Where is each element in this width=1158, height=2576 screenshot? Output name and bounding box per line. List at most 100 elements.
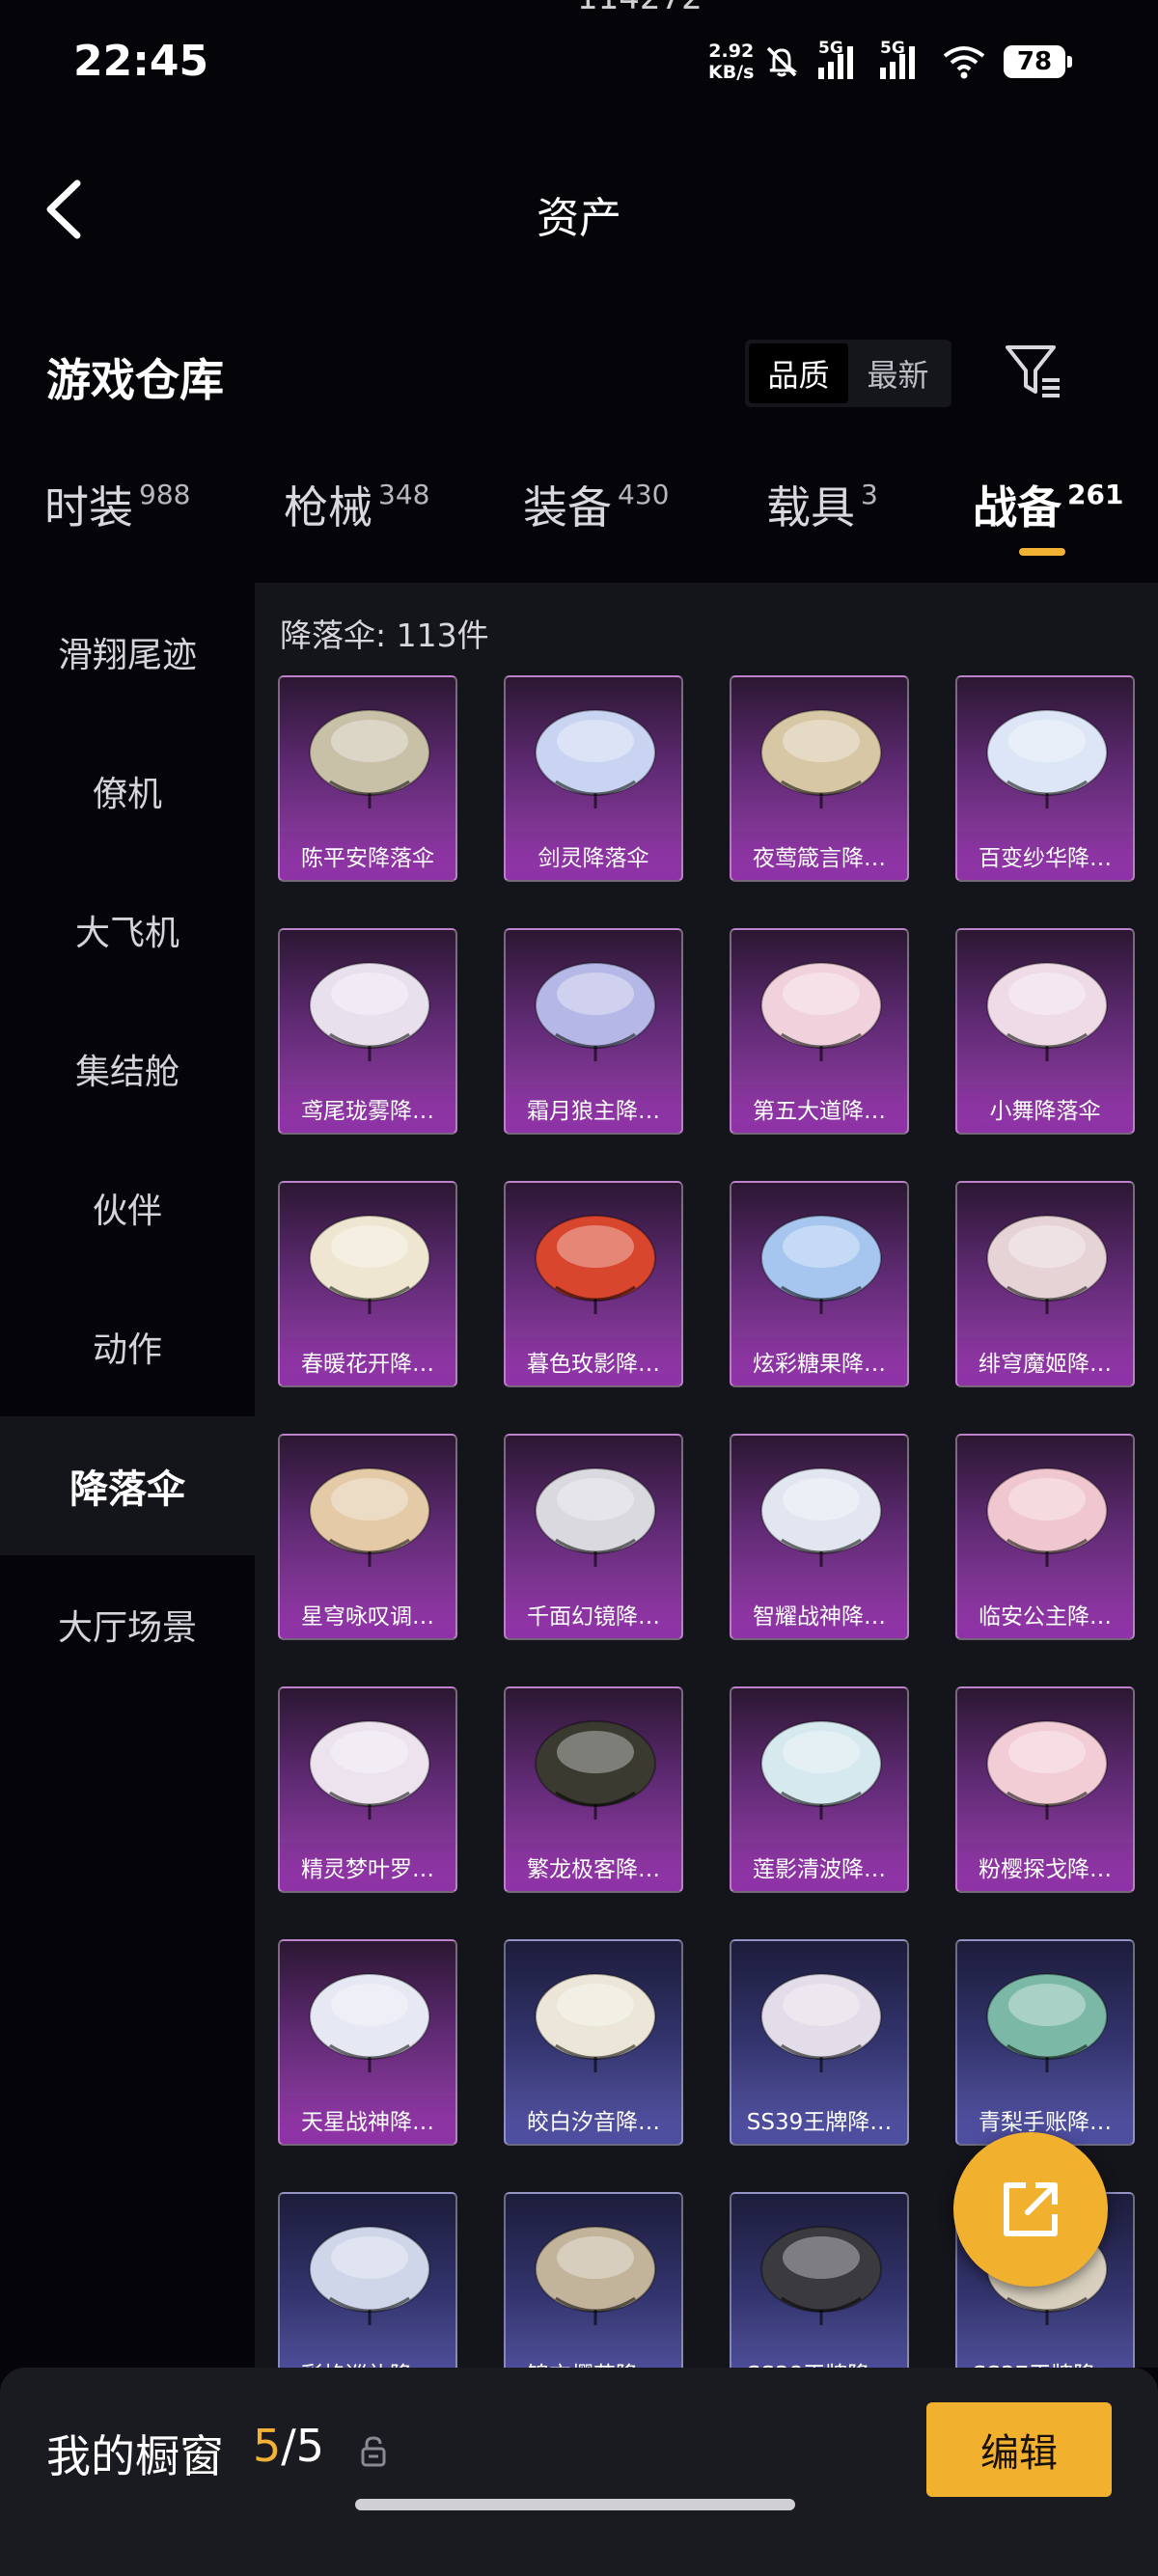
tab-count: 261 [1067, 479, 1124, 510]
parachute-image [986, 709, 1108, 808]
parachute-name: 第五大道降… [731, 1084, 907, 1133]
filter-icon [1006, 345, 1060, 397]
wifi-icon [943, 46, 985, 79]
tab-equipment[interactable]: 装备 430 [523, 473, 669, 536]
showcase-total: /5 [281, 2420, 325, 2472]
parachute-card[interactable]: 千面幻镜降… [504, 1434, 683, 1640]
signal-5g-1-icon: 5G [818, 39, 863, 79]
parachute-name: SS37王牌降… [957, 2348, 1133, 2368]
category-tabs: 时装 988 枪械 348 装备 430 载具 3 战备 261 [0, 473, 1158, 560]
parachute-name: 彩焰巡礼降… [280, 2348, 455, 2368]
page-title: 资产 [537, 194, 621, 243]
parachute-image [760, 1467, 882, 1567]
parachute-card[interactable]: 炫彩糖果降… [730, 1181, 909, 1387]
parachute-name: 剑灵降落伞 [506, 832, 681, 880]
tab-readiness[interactable]: 战备 261 [973, 473, 1123, 536]
tab-guns[interactable]: 枪械 348 [284, 473, 429, 536]
showcase-label: 我的橱窗 [46, 2430, 224, 2482]
parachute-card[interactable]: 鸢尾珑雾降… [278, 928, 457, 1135]
sidebar-item-glide-trail[interactable]: 滑翔尾迹 [0, 583, 255, 722]
showcase-count: 5/5 [253, 2420, 324, 2472]
parachute-image [760, 1973, 882, 2072]
tab-label: 枪械 [284, 481, 372, 534]
parachute-card[interactable]: 绯穹魔姬降… [955, 1181, 1135, 1387]
parachute-card[interactable]: 暮色玫影降… [504, 1181, 683, 1387]
parachute-image [535, 962, 656, 1061]
sidebar-item-emote[interactable]: 动作 [0, 1277, 255, 1416]
parachute-card[interactable]: 临安公主降… [955, 1434, 1135, 1640]
tab-count: 348 [378, 479, 430, 510]
parachute-image [760, 709, 882, 808]
sidebar-item-airplane[interactable]: 大飞机 [0, 861, 255, 1000]
parachute-name: SS38王牌降… [731, 2348, 907, 2368]
tab-count: 3 [861, 479, 878, 510]
parachute-image [309, 1720, 430, 1820]
parachute-name: 天星战神降… [280, 2096, 455, 2144]
parachute-name: 春暖花开降… [280, 1337, 455, 1385]
parachute-card[interactable]: 锦衣樱花降… [504, 2192, 683, 2368]
parachute-name: 锦衣樱花降… [506, 2348, 681, 2368]
parachute-card[interactable]: 彩焰巡礼降… [278, 2192, 457, 2368]
parachute-card[interactable]: 青梨手账降… [955, 1939, 1135, 2146]
item-panel: 降落伞: 113件 陈平安降落伞 剑灵降落伞 夜莺箴言降… 百变纱华降… 鸢尾珑雾降… 霜… [255, 583, 1158, 2368]
parachute-card[interactable]: 智耀战神降… [730, 1434, 909, 1640]
network-speed: 2.92 KB/s [708, 41, 754, 83]
parachute-card[interactable]: 皎白汐音降… [504, 1939, 683, 2146]
parachute-card[interactable]: 陈平安降落伞 [278, 675, 457, 882]
tab-vehicles[interactable]: 载具 3 [766, 473, 878, 536]
parachute-card[interactable]: 百变纱华降… [955, 675, 1135, 882]
parachute-name: 千面幻镜降… [506, 1590, 681, 1638]
parachute-card[interactable]: 剑灵降落伞 [504, 675, 683, 882]
sidebar-item-assembly-pod[interactable]: 集结舱 [0, 1000, 255, 1138]
parachute-name: SS39王牌降… [731, 2096, 907, 2144]
filter-button[interactable] [1004, 342, 1065, 401]
parachute-card[interactable]: 粉樱探戈降… [955, 1686, 1135, 1893]
edit-button[interactable]: 编辑 [926, 2402, 1112, 2497]
parachute-image [535, 1720, 656, 1820]
sidebar-item-wingman[interactable]: 僚机 [0, 722, 255, 861]
battery-icon: 78 [1004, 45, 1072, 78]
parachute-card[interactable]: 星穹咏叹调… [278, 1434, 457, 1640]
parachute-image [309, 1467, 430, 1567]
share-button[interactable] [953, 2132, 1108, 2287]
parachute-card[interactable]: 精灵梦叶罗… [278, 1686, 457, 1893]
parachute-name: 莲影清波降… [731, 1843, 907, 1891]
tab-label: 时装 [44, 481, 133, 534]
tab-label: 战备 [973, 481, 1062, 534]
parachute-card[interactable]: SS39王牌降… [730, 1939, 909, 2146]
parachute-image [986, 1215, 1108, 1314]
parachute-card[interactable]: 第五大道降… [730, 928, 909, 1135]
parachute-image [309, 1215, 430, 1314]
sort-quality-button[interactable]: 品质 [749, 343, 848, 403]
tab-count: 988 [139, 479, 191, 510]
sidebar-item-companion[interactable]: 伙伴 [0, 1138, 255, 1277]
parachute-image [535, 1467, 656, 1567]
parachute-card[interactable]: 天星战神降… [278, 1939, 457, 2146]
parachute-name: 炫彩糖果降… [731, 1337, 907, 1385]
parachute-card[interactable]: SS38王牌降… [730, 2192, 909, 2368]
parachute-card[interactable]: 莲影清波降… [730, 1686, 909, 1893]
sidebar-item-lobby-scene[interactable]: 大厅场景 [0, 1555, 255, 1694]
parachute-card[interactable]: 繁龙极客降… [504, 1686, 683, 1893]
parachute-image [986, 1720, 1108, 1820]
signal-5g-2-label: 5G [880, 39, 905, 58]
parachute-image [309, 709, 430, 808]
parachute-name: 星穹咏叹调… [280, 1590, 455, 1638]
tab-fashion[interactable]: 时装 988 [44, 473, 190, 536]
sidebar-item-parachute[interactable]: 降落伞 [0, 1416, 255, 1555]
active-tab-indicator [1019, 548, 1065, 556]
parachute-card[interactable]: 霜月狼主降… [504, 928, 683, 1135]
parachute-image [535, 1215, 656, 1314]
sort-newest-button[interactable]: 最新 [848, 343, 948, 403]
lock-icon [361, 2436, 386, 2467]
parachute-card[interactable]: 夜莺箴言降… [730, 675, 909, 882]
parachute-name: 小舞降落伞 [957, 1084, 1133, 1133]
parachute-card[interactable]: 小舞降落伞 [955, 928, 1135, 1135]
parachute-name: 绯穹魔姬降… [957, 1337, 1133, 1385]
status-bar: 114272 22:45 2.92 KB/s 5G 5G 78 [0, 0, 1158, 125]
network-speed-unit: KB/s [708, 62, 755, 83]
home-indicator [355, 2499, 795, 2510]
parachute-card[interactable]: 春暖花开降… [278, 1181, 457, 1387]
parachute-image [309, 1973, 430, 2072]
signal-5g-1-label: 5G [818, 39, 843, 58]
